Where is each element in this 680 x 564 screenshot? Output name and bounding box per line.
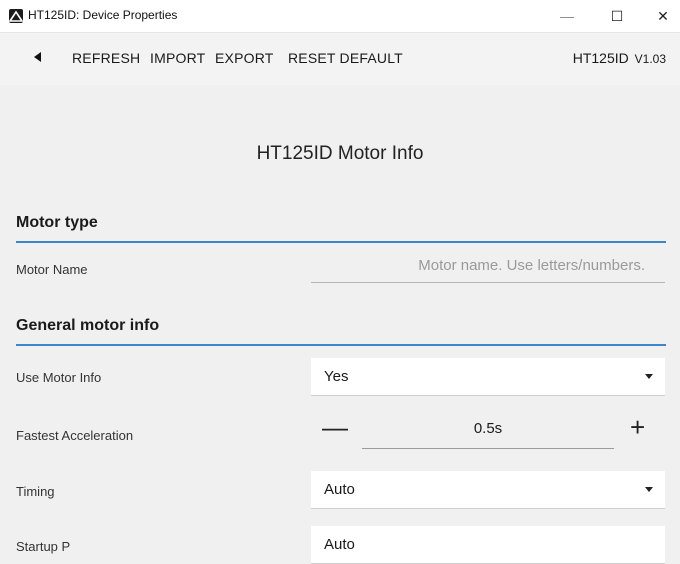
close-button[interactable]: ✕: [648, 6, 678, 26]
startup-select[interactable]: Auto: [311, 526, 665, 564]
caret-down-icon: [645, 487, 653, 492]
window-title: HT125ID: Device Properties: [28, 8, 178, 22]
export-button[interactable]: EXPORT: [215, 50, 274, 66]
motor-name-label: Motor Name: [16, 262, 88, 277]
refresh-button[interactable]: REFRESH: [72, 50, 140, 66]
fastest-acceleration-input[interactable]: 0.5s: [362, 414, 614, 449]
caret-down-icon: [645, 374, 653, 379]
decrement-button[interactable]: —: [322, 414, 348, 440]
minimize-button[interactable]: —: [552, 6, 582, 26]
use-motor-info-select[interactable]: Yes: [311, 358, 665, 396]
toolbar: REFRESH IMPORT EXPORT RESET DEFAULT HT12…: [0, 33, 680, 85]
motor-name-input[interactable]: [311, 248, 665, 282]
timing-select[interactable]: Auto: [311, 471, 665, 509]
stepper-value: 0.5s: [473, 420, 503, 437]
title-bar: HT125ID: Device Properties — ☐ ✕: [0, 0, 680, 33]
device-version-label: HT125ID V1.03: [573, 50, 666, 66]
section-heading: General motor info: [16, 317, 160, 334]
section-general-motor-info: General motor info: [16, 314, 666, 346]
section-motor-type: Motor type: [16, 211, 666, 243]
fastest-acceleration-label: Fastest Acceleration: [16, 428, 134, 443]
increment-button[interactable]: +: [630, 414, 645, 440]
timing-label: Timing: [16, 484, 55, 499]
version-number: V1.03: [634, 52, 666, 66]
selected-value: Yes: [324, 368, 349, 385]
motor-name-field-wrap: [311, 248, 665, 283]
reset-default-button[interactable]: RESET DEFAULT: [288, 50, 403, 66]
app-logo-icon: [9, 9, 23, 23]
section-heading: Motor type: [16, 214, 98, 231]
use-motor-info-label: Use Motor Info: [16, 370, 102, 385]
selected-value: Auto: [324, 481, 355, 498]
maximize-button[interactable]: ☐: [602, 6, 632, 26]
back-arrow-icon[interactable]: [34, 52, 41, 62]
selected-value: Auto: [324, 536, 355, 553]
device-name: HT125ID: [572, 50, 629, 66]
import-button[interactable]: IMPORT: [150, 50, 205, 66]
page-title: HT125ID Motor Info: [256, 143, 424, 164]
